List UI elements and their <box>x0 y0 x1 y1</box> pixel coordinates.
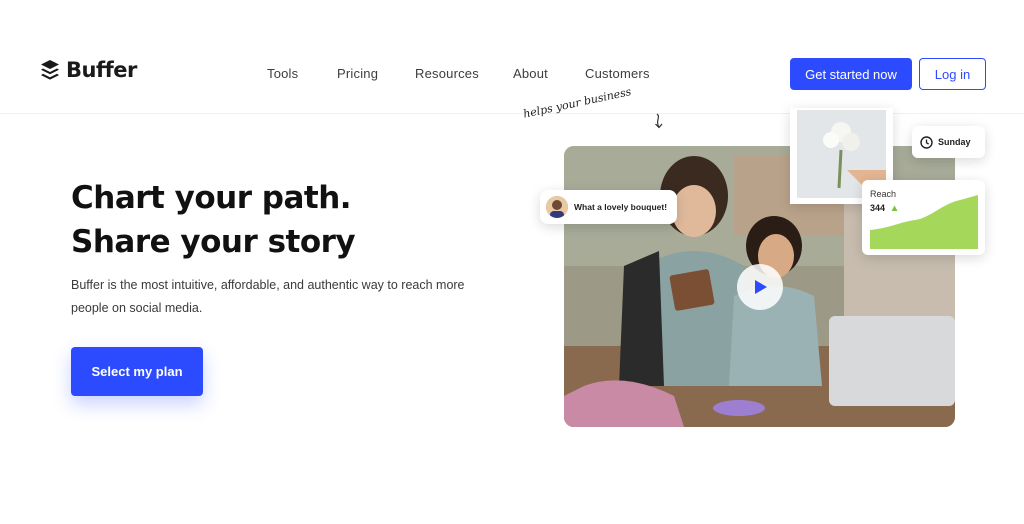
avatar <box>546 196 568 218</box>
get-started-button[interactable]: Get started now <box>790 58 912 90</box>
nav-item-about[interactable]: About <box>513 66 548 81</box>
login-button[interactable]: Log in <box>919 58 986 90</box>
reach-area-chart <box>870 195 978 249</box>
comment-text: What a lovely bouquet! <box>574 202 668 212</box>
nav-item-resources[interactable]: Resources <box>415 66 479 81</box>
site-header: Buffer Tools Pricing Resources About Cus… <box>0 0 1024 114</box>
hero-subtitle: Buffer is the most intuitive, affordable… <box>71 278 465 315</box>
reach-card: Reach 344 <box>862 180 985 255</box>
comment-bubble: What a lovely bouquet! <box>540 190 677 224</box>
schedule-day: Sunday <box>938 137 971 147</box>
clock-icon <box>920 135 933 149</box>
play-button[interactable] <box>737 264 783 310</box>
nav-item-pricing[interactable]: Pricing <box>337 66 378 81</box>
hero-title-line-2: Share your story <box>71 224 356 260</box>
hero-title: Chart your path. Share your story <box>71 176 356 264</box>
select-plan-button[interactable]: Select my plan <box>71 347 203 396</box>
squiggle-arrow-icon <box>655 113 663 129</box>
nav-item-customers[interactable]: Customers <box>585 66 650 81</box>
schedule-tag: Sunday <box>912 126 985 158</box>
nav-item-tools[interactable]: Tools <box>267 66 298 81</box>
hero-title-line-1: Chart your path. <box>71 180 352 216</box>
play-icon <box>755 280 767 294</box>
